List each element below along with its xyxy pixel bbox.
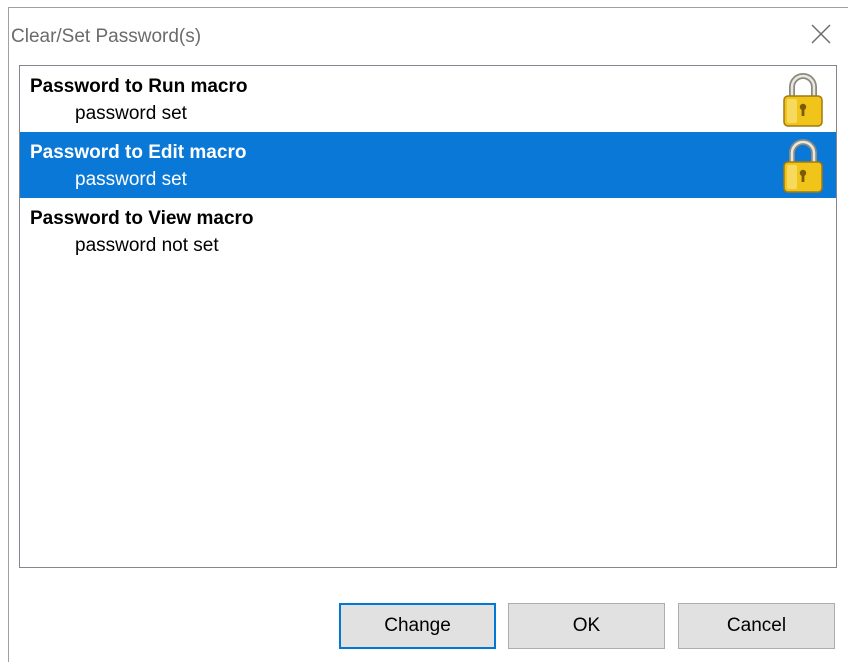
cancel-button[interactable]: Cancel: [678, 603, 835, 649]
lock-icon: [783, 139, 823, 193]
item-name: Password to Edit macro: [30, 142, 247, 163]
close-icon: [811, 24, 831, 44]
window-top-border: [8, 7, 848, 8]
list-item-edit-password[interactable]: Password to Edit macro password set: [20, 132, 836, 198]
list-item-run-password[interactable]: Password to Run macro password set: [20, 66, 836, 132]
dialog-title: Clear/Set Password(s): [11, 26, 202, 47]
list-item-view-password[interactable]: Password to View macro password not set: [20, 198, 836, 264]
item-status: password set: [75, 169, 187, 190]
lock-icon: [783, 73, 823, 127]
change-button[interactable]: Change: [339, 603, 496, 649]
window-left-border: [8, 7, 9, 662]
item-status: password set: [75, 103, 187, 124]
item-name: Password to View macro: [30, 208, 254, 229]
item-status: password not set: [75, 235, 219, 256]
close-button[interactable]: [807, 20, 835, 48]
item-name: Password to Run macro: [30, 76, 248, 97]
password-list[interactable]: Password to Run macro password set Passw…: [19, 65, 837, 568]
ok-button[interactable]: OK: [508, 603, 665, 649]
